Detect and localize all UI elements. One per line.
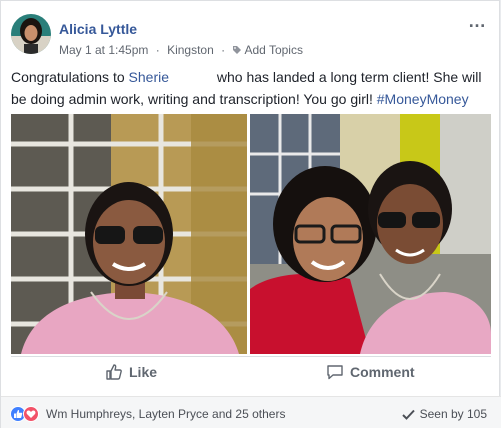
add-topics-link[interactable]: Add Topics — [232, 42, 303, 58]
like-icon — [106, 364, 122, 380]
like-label: Like — [129, 364, 158, 380]
checkmark-icon — [401, 409, 415, 420]
comment-button[interactable]: Comment — [326, 363, 415, 381]
post-timestamp[interactable]: May 1 at 1:45pm — [59, 43, 148, 57]
reactors-list[interactable]: Wm Humphreys, Layten Pryce and 25 others — [46, 407, 285, 421]
author-name[interactable]: Alicia Lyttle — [59, 21, 137, 37]
post-photo-left[interactable] — [11, 114, 247, 354]
tag-icon — [233, 46, 242, 55]
post-footer: Wm Humphreys, Layten Pryce and 25 others… — [1, 396, 501, 428]
comment-label: Comment — [350, 364, 415, 380]
love-reaction-icon — [23, 406, 39, 422]
post-photo-right[interactable] — [250, 114, 491, 354]
meta-separator: · — [221, 42, 226, 57]
post-card: Alicia Lyttle May 1 at 1:45pm · Kingston… — [0, 0, 501, 428]
hashtag-link[interactable]: #MoneyMoney — [377, 91, 469, 107]
more-options-icon[interactable]: … — [468, 11, 487, 32]
avatar[interactable] — [11, 14, 51, 54]
seen-by-label: Seen by 105 — [419, 407, 487, 421]
comment-icon — [327, 365, 343, 380]
reaction-icons[interactable] — [10, 406, 39, 422]
post-location[interactable]: Kingston — [167, 43, 214, 57]
post-text: Congratulations to Sherie who has landed… — [11, 66, 493, 110]
mention-link[interactable]: Sherie — [129, 69, 169, 85]
post-text-intro: Congratulations to — [11, 69, 129, 85]
action-bar: Like Comment — [11, 356, 491, 391]
like-button[interactable]: Like — [105, 363, 157, 381]
meta-separator: · — [155, 42, 160, 57]
seen-by[interactable]: Seen by 105 — [401, 407, 487, 421]
post-meta: May 1 at 1:45pm · Kingston · Add Topics — [59, 42, 303, 57]
add-topics-label: Add Topics — [244, 43, 303, 58]
